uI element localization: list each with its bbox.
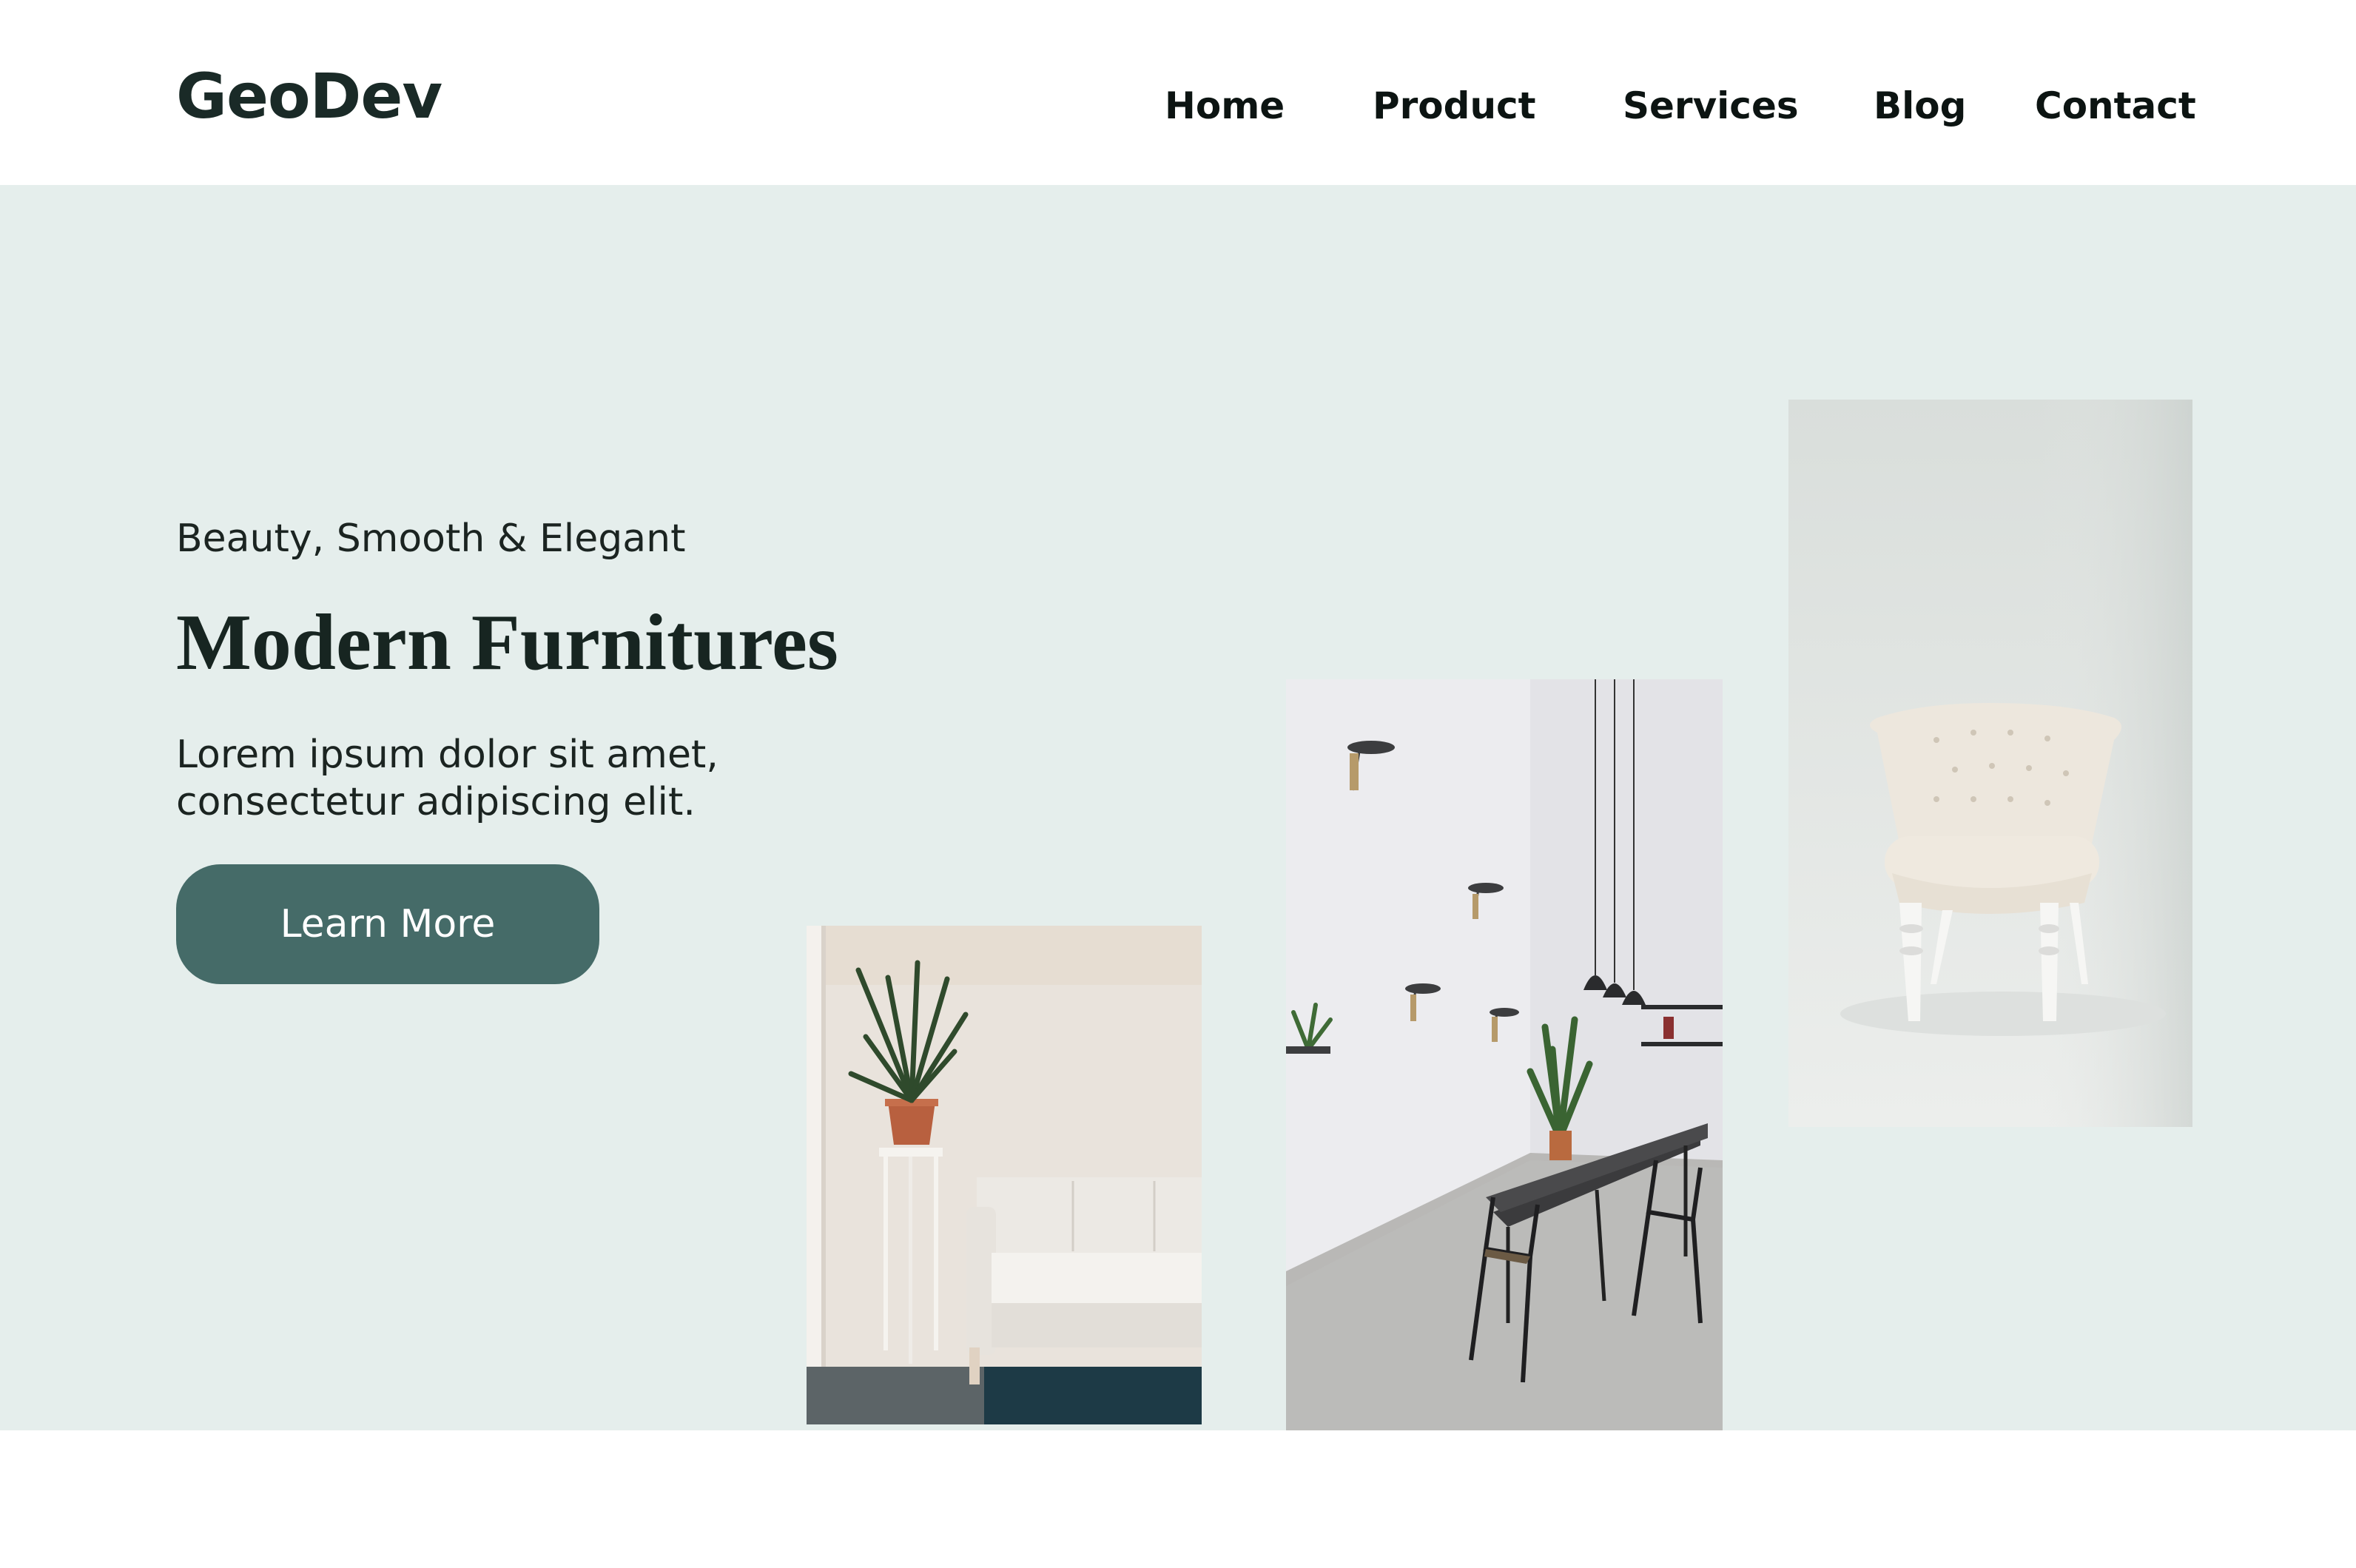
dining-room-photo	[1286, 679, 1723, 1430]
nav-item-product[interactable]: Product	[1373, 87, 1536, 124]
hero-description: Lorem ipsum dolor sit amet, consectetur …	[176, 733, 718, 824]
learn-more-button[interactable]: Learn More	[176, 864, 599, 984]
sofa-room-photo	[807, 926, 1202, 1424]
tufted-chair-photo	[1788, 400, 2192, 1127]
nav-item-home[interactable]: Home	[1165, 87, 1285, 124]
site-header: GeoDev Home Product Services Blog Contac…	[0, 0, 2356, 185]
nav-item-contact[interactable]: Contact	[2035, 87, 2196, 124]
hero-headline: Modern Furnitures	[176, 599, 838, 687]
brand-logo[interactable]: GeoDev	[176, 65, 442, 127]
nav-item-services[interactable]: Services	[1623, 87, 1799, 124]
hero-tagline: Beauty, Smooth & Elegant	[176, 517, 686, 561]
nav-item-blog[interactable]: Blog	[1874, 87, 1966, 124]
